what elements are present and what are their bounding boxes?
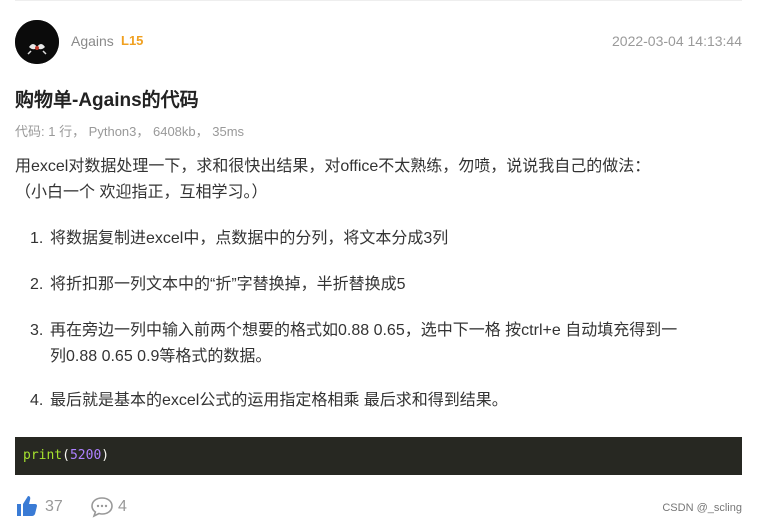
list-text: 将数据复制进excel中，点数据中的分列，将文本分成3列 (50, 230, 449, 247)
list-number: 4. (30, 392, 44, 409)
code-function: print (23, 448, 63, 463)
code-block[interactable]: print(5200) (15, 437, 742, 475)
post-intro: 用excel对数据处理一下，求和很快出结果，对office不太熟练，勿喷，说说我… (15, 154, 742, 206)
steps-list: 1. 将数据复制进excel中，点数据中的分列，将文本分成3列 2. 将折扣那一… (15, 226, 742, 414)
post-title: 购物单-Agains的代码 (15, 90, 199, 111)
list-text: 列0.88 0.65 0.9等格式的数据。 (50, 348, 272, 365)
list-text: 最后就是基本的excel公式的运用指定格相乘 最后求和得到结果。 (50, 392, 508, 409)
list-number: 3. (30, 322, 44, 339)
thumbs-up-icon[interactable] (15, 494, 39, 518)
list-text: 将折扣那一列文本中的“折”字替换掉，半折替换成5 (50, 276, 406, 293)
list-text: 再在旁边一列中输入前两个想要的格式如0.88 0.65，选中下一格 按ctrl+… (50, 322, 678, 339)
comment-bubble-icon[interactable] (90, 496, 114, 518)
post-footer: 37 4 CSDN @_scling (15, 494, 742, 520)
code-paren: ( (62, 448, 70, 463)
author-name[interactable]: Agains (71, 33, 114, 49)
list-item: 1. 将数据复制进excel中，点数据中的分列，将文本分成3列 (15, 226, 742, 252)
intro-line: 用excel对数据处理一下，求和很快出结果，对office不太熟练，勿喷，说说我… (15, 158, 651, 175)
comment-count[interactable]: 4 (118, 498, 127, 516)
list-item: 4. 最后就是基本的excel公式的运用指定格相乘 最后求和得到结果。 (15, 388, 742, 414)
top-divider (15, 0, 742, 1)
code-number: 5200 (69, 448, 102, 463)
watermark: CSDN @_scling (662, 502, 742, 514)
list-number: 2. (30, 276, 44, 293)
list-item: 3. 再在旁边一列中输入前两个想要的格式如0.88 0.65，选中下一格 按ct… (15, 318, 742, 370)
list-number: 1. (30, 230, 44, 247)
intro-line: （小白一个 欢迎指正，互相学习。） (15, 184, 268, 201)
code-paren: ) (101, 448, 110, 463)
avatar[interactable] (15, 20, 59, 64)
post-timestamp: 2022-03-04 14:13:44 (612, 33, 742, 49)
post-meta: 代码: 1 行， Python3， 6408kb， 35ms (15, 124, 245, 139)
list-item: 2. 将折扣那一列文本中的“折”字替换掉，半折替换成5 (15, 272, 742, 298)
like-count[interactable]: 37 (45, 498, 63, 516)
level-badge: L15 (121, 33, 144, 48)
post-header: Agains L15 2022-03-04 14:13:44 (15, 20, 742, 64)
